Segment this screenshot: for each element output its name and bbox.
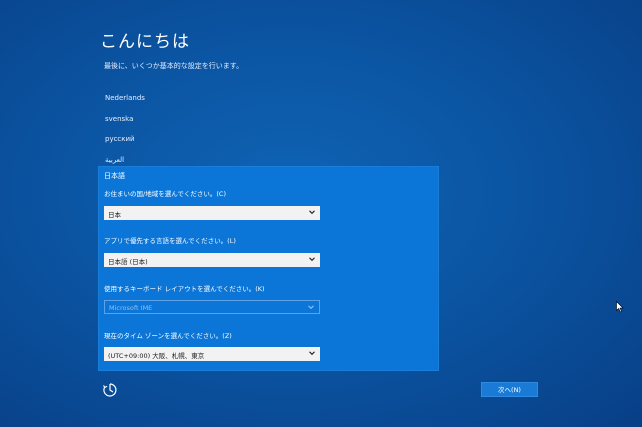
- keyboard-value: Microsoft IME: [109, 304, 153, 312]
- selected-language-name: 日本語: [104, 172, 125, 180]
- keyboard-dropdown: Microsoft IME: [104, 300, 320, 314]
- next-button[interactable]: 次へ(N): [481, 382, 538, 397]
- mouse-pointer-icon: [616, 298, 624, 313]
- language-list: Nederlands svenska русский العربية: [105, 92, 145, 175]
- chevron-down-icon: [308, 304, 314, 310]
- app-language-dropdown[interactable]: 日本語 (日本): [104, 253, 320, 267]
- language-item-russian[interactable]: русский: [105, 133, 145, 154]
- country-value: 日本: [108, 211, 121, 219]
- language-item-svenska[interactable]: svenska: [105, 113, 145, 134]
- timezone-label: 現在のタイム ゾーンを選んでください。(Z): [104, 332, 232, 340]
- chevron-down-icon: [309, 256, 315, 262]
- page-title: こんにちは: [100, 32, 190, 52]
- ease-of-access-icon[interactable]: [102, 382, 118, 398]
- app-language-label: アプリで優先する言語を選んでください。(L): [104, 237, 236, 245]
- country-dropdown[interactable]: 日本: [104, 206, 320, 220]
- selected-language-panel[interactable]: 日本語 お住まいの国/地域を選んでください。(C) 日本 アプリで優先する言語を…: [98, 166, 439, 371]
- chevron-down-icon: [309, 209, 315, 215]
- language-item-nederlands[interactable]: Nederlands: [105, 92, 145, 113]
- timezone-dropdown[interactable]: (UTC+09:00) 大阪、札幌、東京: [104, 347, 320, 361]
- page-subtitle: 最後に、いくつか基本的な設定を行います。: [104, 62, 244, 70]
- app-language-value: 日本語 (日本): [108, 258, 148, 266]
- country-label: お住まいの国/地域を選んでください。(C): [104, 190, 226, 198]
- setup-screen: こんにちは 最後に、いくつか基本的な設定を行います。 Nederlands sv…: [0, 0, 642, 427]
- chevron-down-icon: [309, 350, 315, 356]
- keyboard-label: 使用するキーボード レイアウトを選んでください。(K): [104, 285, 265, 293]
- timezone-value: (UTC+09:00) 大阪、札幌、東京: [108, 352, 205, 360]
